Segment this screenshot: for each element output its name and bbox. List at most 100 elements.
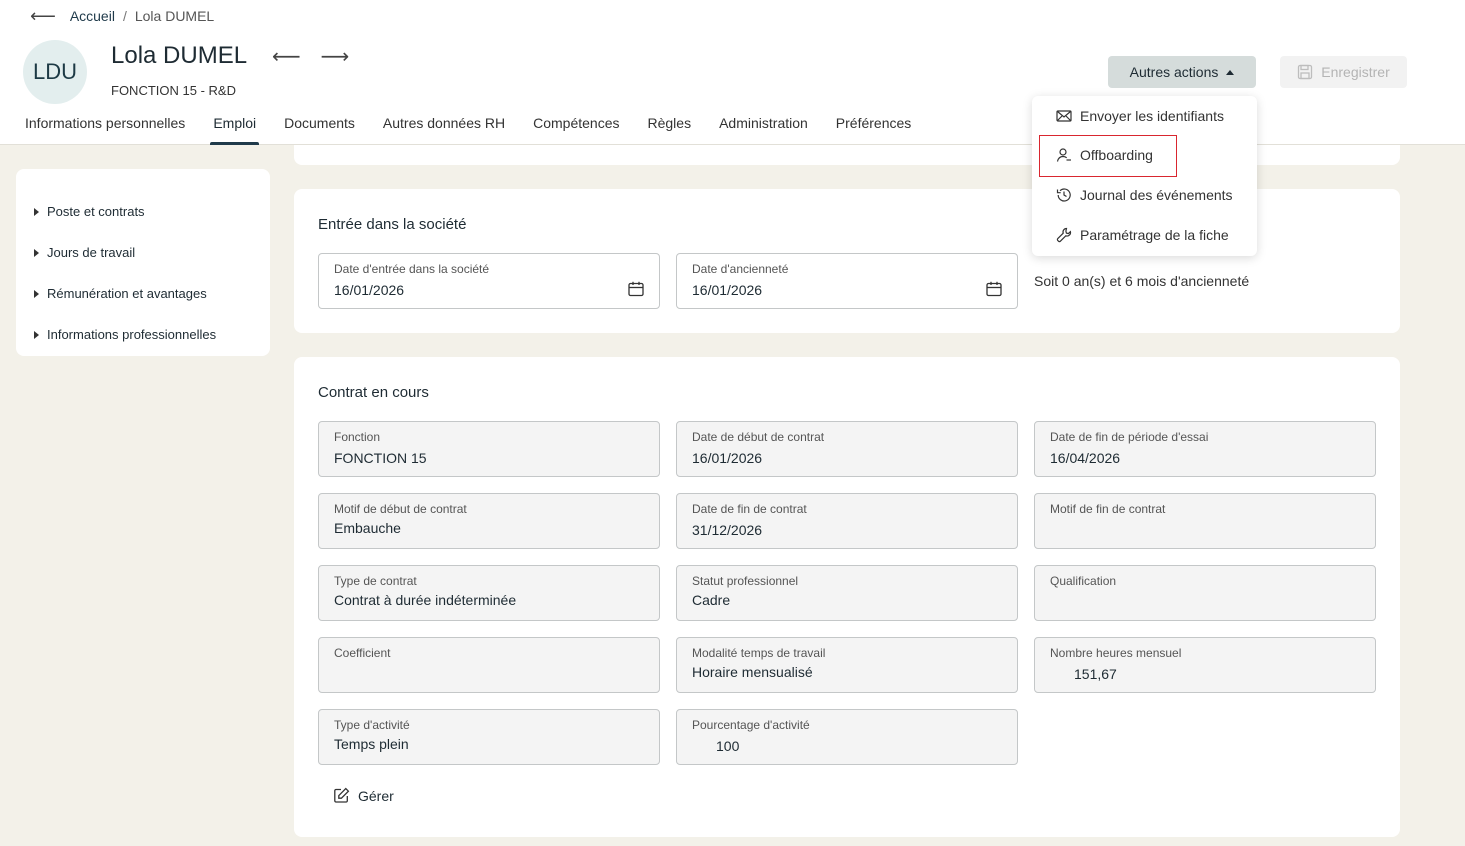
contract-field-trial-end-date[interactable]: Date de fin de période d'essai 16/04/202… — [1034, 421, 1376, 477]
field-label: Type d'activité — [334, 718, 410, 732]
breadcrumb: ⟵ Accueil / Lola DUMEL — [30, 6, 214, 26]
field-label: Date d'ancienneté — [692, 262, 789, 276]
edit-icon — [334, 787, 350, 803]
menu-item-event-log[interactable]: Journal des événements — [1032, 175, 1257, 215]
breadcrumb-separator: / — [122, 8, 127, 24]
previous-arrow-icon[interactable]: ⟵ — [272, 44, 301, 69]
contract-field-contract-type[interactable]: Type de contrat Contrat à durée indéterm… — [318, 565, 660, 621]
record-navigation: ⟵ ⟶ — [272, 44, 349, 69]
contract-field-fonction[interactable]: Fonction FONCTION 15 — [318, 421, 660, 477]
menu-item-label: Paramétrage de la fiche — [1080, 227, 1229, 243]
field-value: 100 — [716, 738, 740, 754]
field-value: FONCTION 15 — [334, 450, 427, 466]
entry-date-field[interactable]: Date d'entrée dans la société 16/01/2026 — [318, 253, 660, 309]
contract-field-coefficient[interactable]: Coefficient — [318, 637, 660, 693]
menu-item-send-credentials[interactable]: Envoyer les identifiants — [1032, 96, 1257, 136]
other-actions-button[interactable]: Autres actions — [1108, 56, 1256, 88]
contract-field-start-reason[interactable]: Motif de début de contrat Embauche — [318, 493, 660, 549]
section-sidebar: Poste et contrats Jours de travail Rémun… — [16, 169, 270, 356]
field-label: Modalité temps de travail — [692, 646, 826, 660]
menu-item-label: Envoyer les identifiants — [1080, 108, 1224, 124]
employee-subtitle: FONCTION 15 - R&D — [111, 83, 236, 98]
manage-label: Gérer — [358, 787, 394, 804]
menu-item-offboarding[interactable]: Offboarding — [1032, 135, 1257, 177]
contract-field-activity-type[interactable]: Type d'activité Temps plein — [318, 709, 660, 765]
tab-documents[interactable]: Documents — [284, 115, 355, 145]
next-arrow-icon[interactable]: ⟶ — [321, 44, 350, 69]
contract-field-professional-status[interactable]: Statut professionnel Cadre — [676, 565, 1018, 621]
calendar-icon[interactable] — [985, 280, 1003, 298]
manage-button[interactable]: Gérer — [333, 787, 394, 804]
field-label: Date de début de contrat — [692, 430, 825, 444]
field-label: Nombre heures mensuel — [1050, 646, 1182, 660]
envelope-icon — [1056, 110, 1072, 122]
breadcrumb-current: Lola DUMEL — [134, 8, 215, 24]
triangle-right-icon — [34, 289, 39, 298]
field-label: Type de contrat — [334, 574, 417, 588]
contract-field-end-date[interactable]: Date de fin de contrat 31/12/2026 — [676, 493, 1018, 549]
field-value: Temps plein — [334, 736, 409, 752]
contract-field-end-reason[interactable]: Motif de fin de contrat — [1034, 493, 1376, 549]
menu-item-form-settings[interactable]: Paramétrage de la fiche — [1032, 215, 1257, 255]
back-arrow-icon[interactable]: ⟵ — [30, 6, 56, 27]
wrench-icon — [1056, 227, 1072, 243]
sidebar-item-label: Jours de travail — [47, 245, 136, 260]
field-label: Statut professionnel — [692, 574, 799, 588]
field-label: Date d'entrée dans la société — [334, 262, 490, 276]
sidebar-item-remuneration[interactable]: Rémunération et avantages — [16, 273, 270, 314]
sidebar-item-jours-de-travail[interactable]: Jours de travail — [16, 232, 270, 273]
tab-administration[interactable]: Administration — [719, 115, 808, 145]
field-label: Qualification — [1050, 574, 1117, 588]
breadcrumb-home-link[interactable]: Accueil — [70, 8, 115, 24]
calendar-icon[interactable] — [627, 280, 645, 298]
entry-card-title: Entrée dans la société — [318, 216, 467, 233]
field-value: Embauche — [334, 520, 401, 536]
field-value: 16/04/2026 — [1050, 450, 1121, 466]
field-value: 16/01/2026 — [334, 282, 405, 298]
floppy-disk-icon — [1298, 64, 1313, 80]
tab-bar: Informations personnelles Emploi Documen… — [25, 115, 911, 145]
contract-field-work-time-mode[interactable]: Modalité temps de travail Horaire mensua… — [676, 637, 1018, 693]
field-value: 151,67 — [1074, 666, 1117, 682]
seniority-date-field[interactable]: Date d'ancienneté 16/01/2026 — [676, 253, 1018, 309]
field-value: 16/01/2026 — [692, 282, 763, 298]
contract-field-activity-percentage[interactable]: Pourcentage d'activité 100 — [676, 709, 1018, 765]
field-value: Horaire mensualisé — [692, 664, 813, 680]
tab-emploi[interactable]: Emploi — [210, 115, 259, 145]
contract-field-start-date[interactable]: Date de début de contrat 16/01/2026 — [676, 421, 1018, 477]
field-value: 16/01/2026 — [692, 450, 763, 466]
tab-preferences[interactable]: Préférences — [836, 115, 911, 145]
field-label: Pourcentage d'activité — [692, 718, 810, 732]
field-label: Date de fin de période d'essai — [1050, 430, 1209, 444]
tab-informations-personnelles[interactable]: Informations personnelles — [25, 115, 185, 145]
tab-autres-donnees-rh[interactable]: Autres données RH — [383, 115, 505, 145]
field-value: Contrat à durée indéterminée — [334, 592, 517, 608]
tab-competences[interactable]: Compétences — [533, 115, 619, 145]
field-value: Cadre — [692, 592, 731, 608]
triangle-right-icon — [34, 330, 39, 339]
field-value: 31/12/2026 — [692, 522, 763, 538]
field-label: Date de fin de contrat — [692, 502, 807, 516]
triangle-right-icon — [34, 248, 39, 257]
save-label: Enregistrer — [1321, 64, 1390, 80]
history-icon — [1056, 188, 1071, 202]
field-label: Motif de fin de contrat — [1050, 502, 1166, 516]
tab-regles[interactable]: Règles — [648, 115, 692, 145]
sidebar-item-informations-professionnelles[interactable]: Informations professionnelles — [16, 314, 270, 355]
sidebar-item-label: Rémunération et avantages — [47, 286, 207, 301]
triangle-right-icon — [34, 207, 39, 216]
contract-card-title: Contrat en cours — [318, 384, 429, 401]
other-actions-menu: Envoyer les identifiants Offboarding Jou… — [1032, 96, 1257, 256]
seniority-text: Soit 0 an(s) et 6 mois d'ancienneté — [1034, 273, 1250, 289]
avatar: LDU — [23, 40, 87, 104]
contract-field-monthly-hours[interactable]: Nombre heures mensuel 151,67 — [1034, 637, 1376, 693]
contract-field-qualification[interactable]: Qualification — [1034, 565, 1376, 621]
sidebar-item-poste-et-contrats[interactable]: Poste et contrats — [16, 191, 270, 232]
sidebar-item-label: Informations professionnelles — [47, 327, 217, 342]
field-label: Fonction — [334, 430, 381, 444]
user-minus-icon — [1056, 148, 1071, 162]
field-label: Motif de début de contrat — [334, 502, 467, 516]
field-label: Coefficient — [334, 646, 391, 660]
save-button[interactable]: Enregistrer — [1280, 56, 1407, 88]
employee-name: Lola DUMEL — [111, 42, 248, 69]
